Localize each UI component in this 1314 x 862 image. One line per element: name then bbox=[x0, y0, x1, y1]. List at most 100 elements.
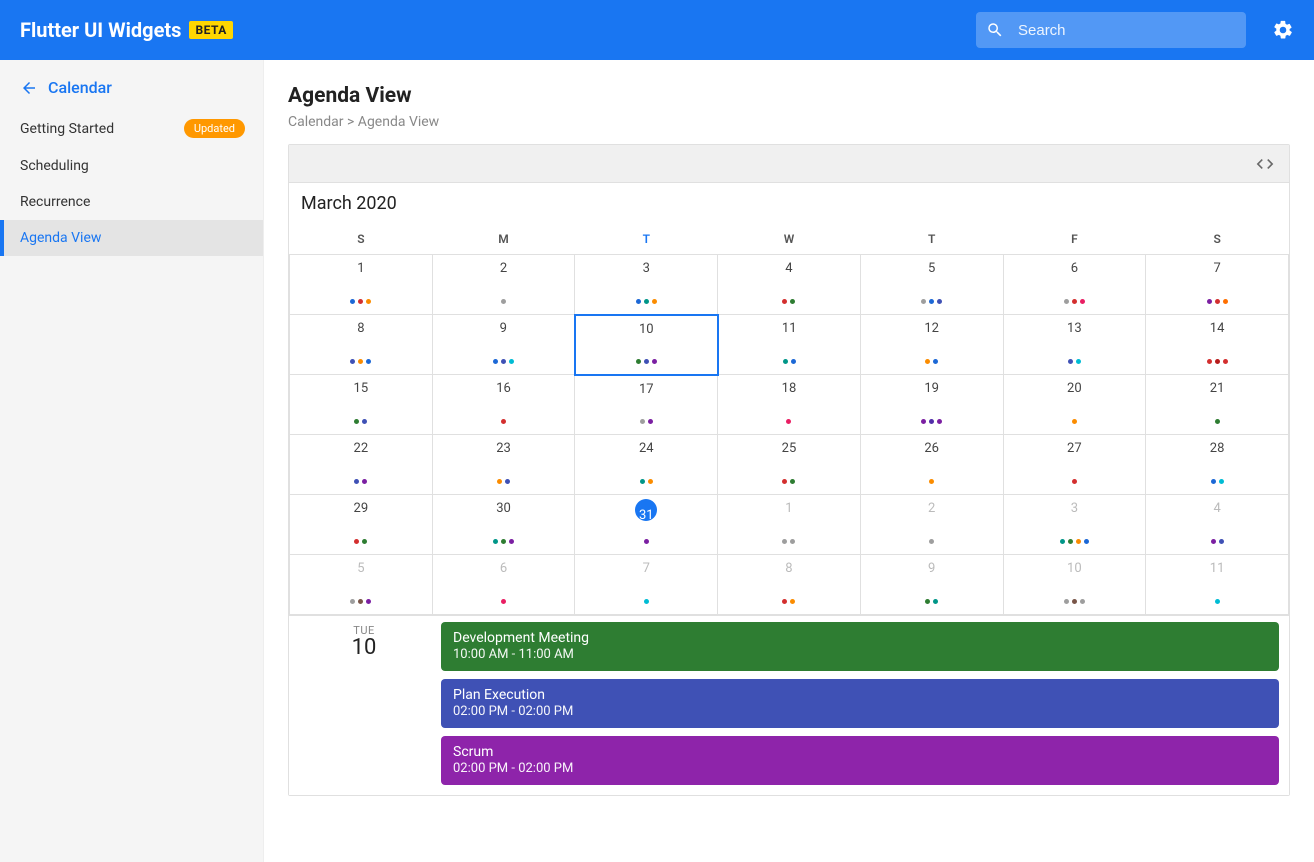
panel-toolbar bbox=[289, 145, 1289, 183]
event-dots bbox=[575, 419, 717, 424]
event-dot bbox=[929, 539, 934, 544]
calendar-cell[interactable]: 15 bbox=[290, 375, 433, 435]
sidebar-item-recurrence[interactable]: Recurrence bbox=[0, 184, 263, 220]
event-dot bbox=[1080, 299, 1085, 304]
code-icon[interactable] bbox=[1255, 154, 1275, 174]
calendar-cell[interactable]: 4 bbox=[718, 255, 861, 315]
calendar-cell[interactable]: 26 bbox=[860, 435, 1003, 495]
calendar-cell[interactable]: 9 bbox=[860, 555, 1003, 615]
calendar-cell[interactable]: 24 bbox=[575, 435, 718, 495]
event-dot bbox=[354, 419, 359, 424]
event-dot bbox=[1219, 539, 1224, 544]
calendar-day-number: 2 bbox=[928, 495, 935, 516]
event-dot bbox=[350, 599, 355, 604]
calendar-cell[interactable]: 30 bbox=[432, 495, 575, 555]
calendar-cell[interactable]: 6 bbox=[1003, 255, 1146, 315]
event-dot bbox=[925, 359, 930, 364]
calendar-cell[interactable]: 11 bbox=[718, 315, 861, 375]
event-dots bbox=[861, 299, 1003, 304]
calendar-day-number: 10 bbox=[639, 316, 654, 337]
calendar-cell[interactable]: 19 bbox=[860, 375, 1003, 435]
event-dot bbox=[1072, 599, 1077, 604]
calendar-cell[interactable]: 21 bbox=[1146, 375, 1289, 435]
gear-icon[interactable] bbox=[1272, 19, 1294, 41]
calendar-cell[interactable]: 9 bbox=[432, 315, 575, 375]
event-dot bbox=[644, 539, 649, 544]
event-dot bbox=[1084, 539, 1089, 544]
event-dot bbox=[782, 299, 787, 304]
calendar-cell[interactable]: 14 bbox=[1146, 315, 1289, 375]
event-dot bbox=[933, 599, 938, 604]
calendar-cell[interactable]: 29 bbox=[290, 495, 433, 555]
sidebar-item-getting-started[interactable]: Getting StartedUpdated bbox=[0, 109, 263, 148]
calendar-cell[interactable]: 7 bbox=[575, 555, 718, 615]
calendar-day-header: T bbox=[575, 224, 718, 255]
calendar-cell[interactable]: 25 bbox=[718, 435, 861, 495]
calendar-cell[interactable]: 18 bbox=[718, 375, 861, 435]
calendar-cell[interactable]: 1 bbox=[718, 495, 861, 555]
calendar-cell[interactable]: 1 bbox=[290, 255, 433, 315]
sidebar-item-scheduling[interactable]: Scheduling bbox=[0, 148, 263, 184]
sidebar-title[interactable]: Calendar bbox=[48, 78, 112, 97]
event-dot bbox=[354, 539, 359, 544]
calendar-cell[interactable]: 28 bbox=[1146, 435, 1289, 495]
calendar-cell[interactable]: 3 bbox=[1003, 495, 1146, 555]
calendar-cell[interactable]: 20 bbox=[1003, 375, 1146, 435]
event-dot bbox=[366, 299, 371, 304]
sidebar-item-agenda-view[interactable]: Agenda View bbox=[0, 220, 263, 256]
event-dots bbox=[1004, 479, 1146, 484]
event-dot bbox=[937, 419, 942, 424]
calendar-cell[interactable]: 17 bbox=[575, 375, 718, 435]
agenda-event[interactable]: Development Meeting10:00 AM - 11:00 AM bbox=[441, 622, 1279, 671]
calendar-cell[interactable]: 13 bbox=[1003, 315, 1146, 375]
sidebar-item-label: Recurrence bbox=[20, 194, 90, 210]
event-dot bbox=[350, 299, 355, 304]
calendar-day-number: 4 bbox=[785, 255, 792, 276]
calendar-cell[interactable]: 4 bbox=[1146, 495, 1289, 555]
event-dot bbox=[640, 479, 645, 484]
calendar-cell[interactable]: 5 bbox=[290, 555, 433, 615]
calendar-day-number: 30 bbox=[496, 495, 511, 516]
calendar-cell[interactable]: 10 bbox=[575, 315, 718, 375]
event-dots bbox=[290, 299, 432, 304]
calendar-cell[interactable]: 6 bbox=[432, 555, 575, 615]
calendar-cell[interactable]: 8 bbox=[290, 315, 433, 375]
calendar-cell[interactable]: 11 bbox=[1146, 555, 1289, 615]
agenda-event[interactable]: Scrum02:00 PM - 02:00 PM bbox=[441, 736, 1279, 785]
event-dots bbox=[433, 599, 575, 604]
event-dot bbox=[497, 479, 502, 484]
event-dot bbox=[509, 359, 514, 364]
event-dots bbox=[861, 359, 1003, 364]
calendar-cell[interactable]: 23 bbox=[432, 435, 575, 495]
calendar-cell[interactable]: 2 bbox=[432, 255, 575, 315]
event-dot bbox=[1072, 419, 1077, 424]
calendar-cell[interactable]: 10 bbox=[1003, 555, 1146, 615]
search-box[interactable] bbox=[976, 12, 1246, 48]
event-dot bbox=[366, 359, 371, 364]
calendar-cell[interactable]: 27 bbox=[1003, 435, 1146, 495]
calendar-cell[interactable]: 7 bbox=[1146, 255, 1289, 315]
calendar-day-number: 2 bbox=[500, 255, 507, 276]
event-dot bbox=[358, 299, 363, 304]
calendar-cell[interactable]: 3 bbox=[575, 255, 718, 315]
calendar-day-number: 6 bbox=[500, 555, 507, 576]
calendar-day-number: 8 bbox=[357, 315, 364, 336]
calendar-cell[interactable]: 5 bbox=[860, 255, 1003, 315]
event-dots bbox=[575, 539, 717, 544]
event-dot bbox=[636, 359, 641, 364]
event-dot bbox=[1080, 599, 1085, 604]
demo-panel: March 2020 SMTWTFS 123456789101112131415… bbox=[288, 144, 1290, 796]
agenda-event[interactable]: Plan Execution02:00 PM - 02:00 PM bbox=[441, 679, 1279, 728]
calendar-cell[interactable]: 16 bbox=[432, 375, 575, 435]
calendar-cell[interactable]: 2 bbox=[860, 495, 1003, 555]
search-input[interactable] bbox=[1018, 22, 1236, 39]
event-dots bbox=[718, 599, 860, 604]
calendar-cell[interactable]: 22 bbox=[290, 435, 433, 495]
back-arrow-icon[interactable] bbox=[20, 79, 38, 97]
calendar-day-number: 21 bbox=[1210, 375, 1225, 396]
calendar-cell[interactable]: 31 bbox=[575, 495, 718, 555]
calendar-cell[interactable]: 12 bbox=[860, 315, 1003, 375]
event-dot bbox=[1219, 479, 1224, 484]
calendar-cell[interactable]: 8 bbox=[718, 555, 861, 615]
event-dots bbox=[433, 479, 575, 484]
